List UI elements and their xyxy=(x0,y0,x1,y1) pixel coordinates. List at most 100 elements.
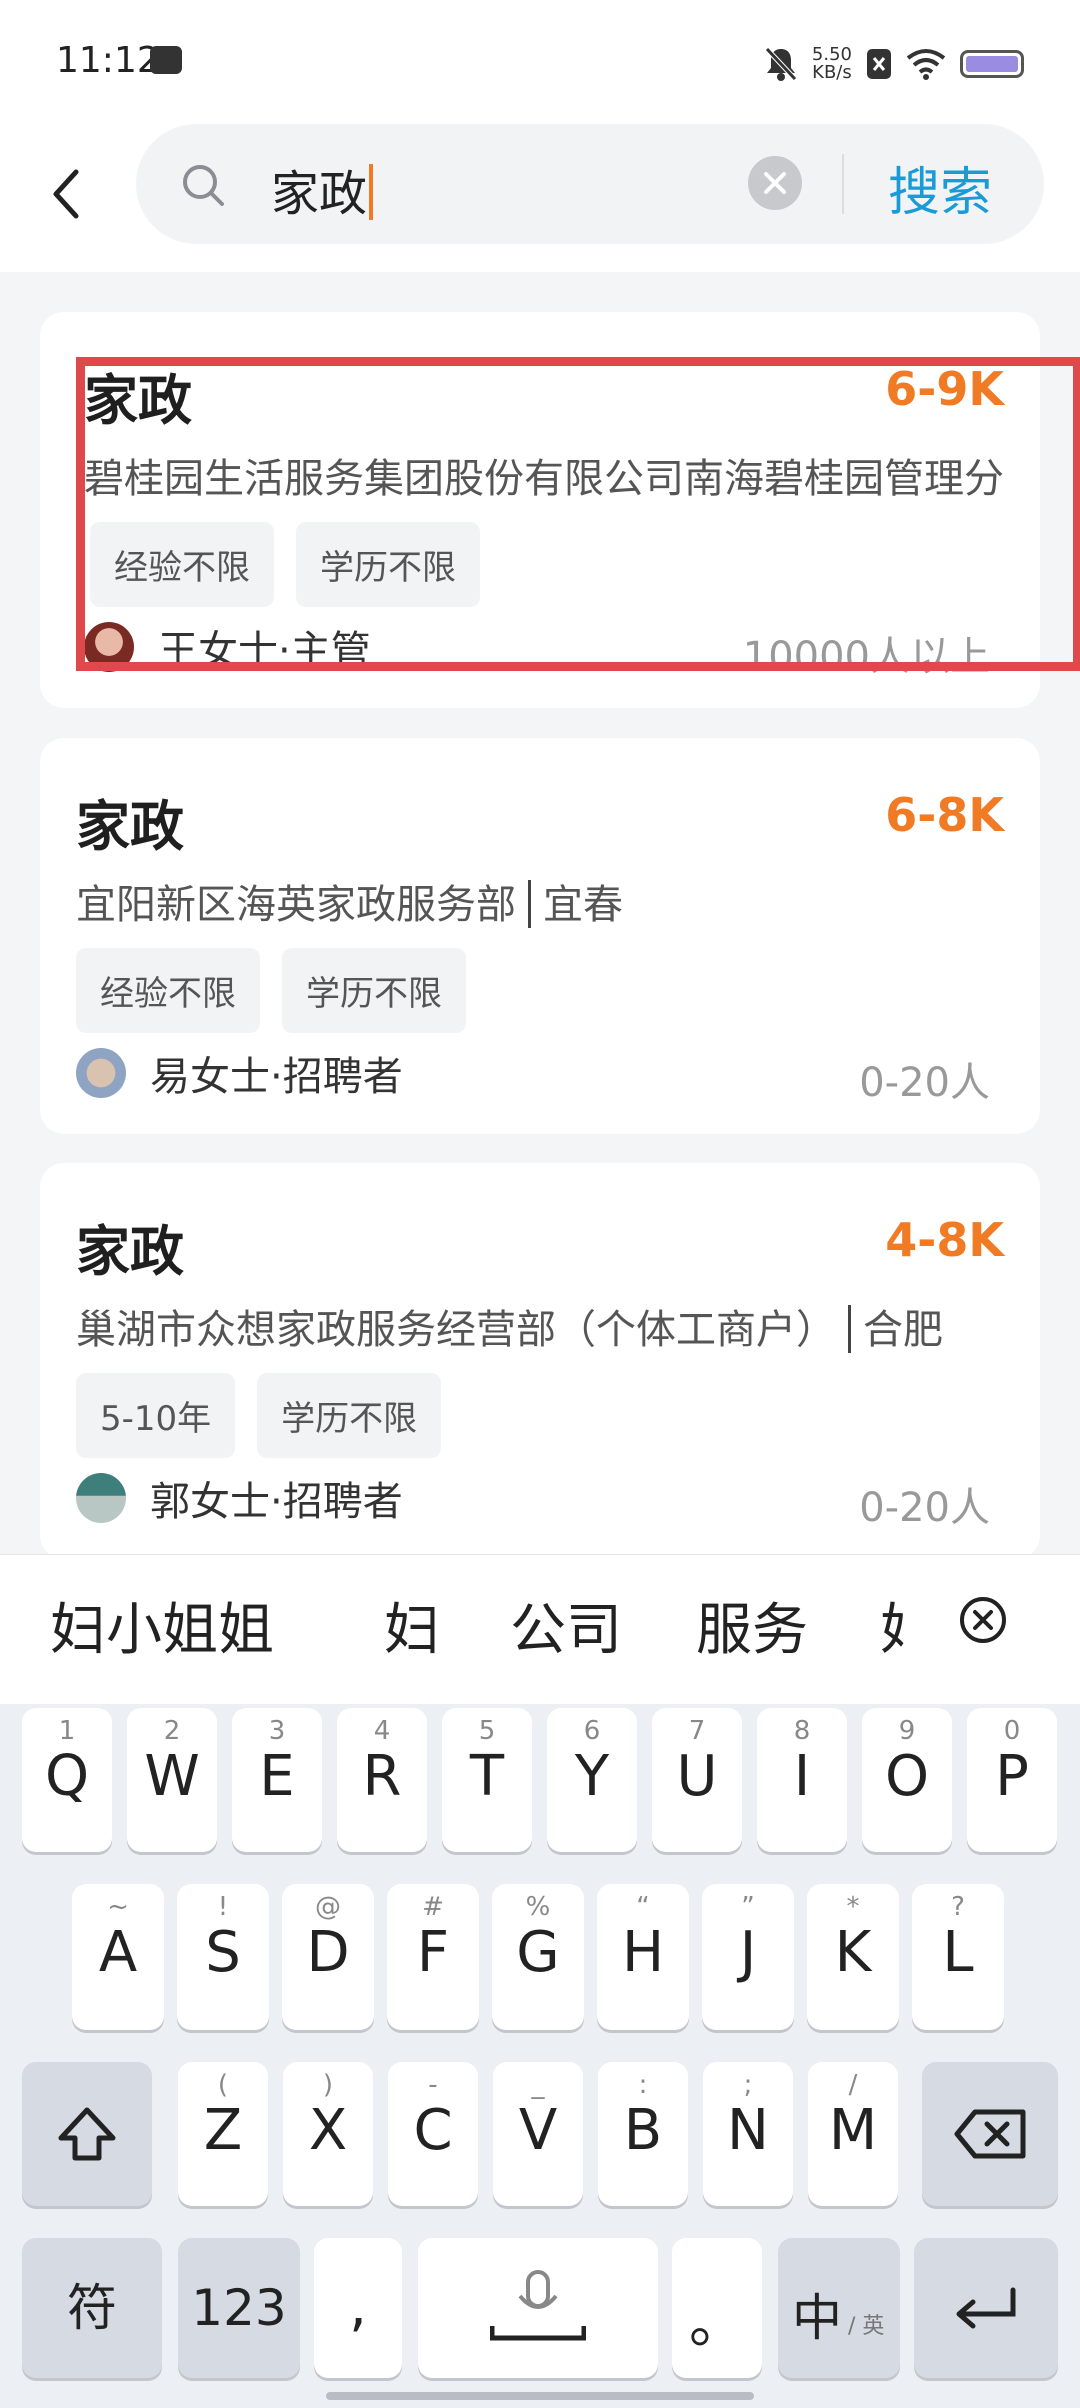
key-hint: : xyxy=(638,2070,648,2100)
key-hint: * xyxy=(846,1892,860,1922)
symbols-key-label: 符 xyxy=(67,2279,117,2337)
key-j[interactable]: ” J xyxy=(702,1884,794,2030)
job-card[interactable]: 家政 6-8K 宜阳新区海英家政服务部 宜春 经验不限 学历不限 易女士·招聘者 … xyxy=(40,738,1040,1134)
avatar xyxy=(76,1048,126,1098)
backspace-key[interactable] xyxy=(922,2062,1058,2206)
key-label: F xyxy=(416,1920,450,1985)
key-hint: _ xyxy=(531,2070,545,2100)
enter-key[interactable] xyxy=(914,2238,1058,2378)
key-label: Q xyxy=(44,1744,90,1809)
key-s[interactable]: ! S xyxy=(177,1884,269,2030)
key-d[interactable]: @ D xyxy=(282,1884,374,2030)
key-hint: 3 xyxy=(268,1716,286,1746)
status-time: 11:12 xyxy=(56,40,160,81)
job-card[interactable]: 家政 6-9K 碧桂园生活服务集团股份有限公司南海碧桂园管理分 经验不限 学历不… xyxy=(40,312,1040,708)
key-q[interactable]: 1Q xyxy=(22,1708,112,1852)
key-label: T xyxy=(469,1744,505,1809)
no-sim-icon xyxy=(867,49,891,79)
key-k[interactable]: * K xyxy=(807,1884,899,2030)
job-tag: 学历不限 xyxy=(296,522,480,607)
mute-bell-icon xyxy=(765,47,797,81)
key-label: Y xyxy=(574,1744,610,1809)
recruiter-name: 易女士·招聘者 xyxy=(150,1054,403,1100)
key-hint: 6 xyxy=(583,1716,601,1746)
key-label: L xyxy=(942,1920,974,1985)
job-card[interactable]: 家政 4-8K 巢湖市众想家政服务经营部（个体工商户） 合肥 5-10年 学历不限… xyxy=(40,1163,1040,1559)
chevron-left-icon xyxy=(53,169,79,219)
key-t[interactable]: 5T xyxy=(442,1708,532,1852)
company-size: 0-20人 xyxy=(859,1485,990,1531)
key-g[interactable]: % G xyxy=(492,1884,584,2030)
ime-candidate-bar: 妇小姐姐 妇 公司 服务 妇 xyxy=(0,1554,1080,1705)
company-name: 宜阳新区海英家政服务部 xyxy=(76,882,516,928)
microphone-icon xyxy=(489,2270,587,2341)
symbols-key[interactable]: 符 xyxy=(22,2238,162,2378)
ime-candidate[interactable]: 妇 xyxy=(384,1585,440,1666)
key-m[interactable]: / M xyxy=(808,2062,898,2206)
shift-key[interactable] xyxy=(22,2062,152,2206)
key-v[interactable]: _ V xyxy=(493,2062,583,2206)
job-tags: 5-10年 学历不限 xyxy=(76,1373,442,1458)
company-size: 10000人以上 xyxy=(742,634,990,680)
key-hint: ; xyxy=(743,2070,753,2100)
key-hint: ! xyxy=(217,1892,229,1922)
key-label: E xyxy=(259,1744,295,1809)
key-c[interactable]: -C xyxy=(388,2062,478,2206)
job-title: 家政 xyxy=(84,369,192,432)
key-w[interactable]: 2W xyxy=(127,1708,217,1852)
home-indicator[interactable] xyxy=(326,2392,754,2400)
key-l[interactable]: ? L xyxy=(912,1884,1004,2030)
search-button[interactable]: 搜索 xyxy=(888,150,992,225)
language-switch-key[interactable]: 中 / 英 xyxy=(778,2238,900,2378)
recruiter-name: 郭女士·招聘者 xyxy=(150,1479,403,1525)
key-f[interactable]: # F xyxy=(387,1884,479,2030)
collapse-candidates-icon[interactable] xyxy=(958,1595,1008,1645)
job-tag: 经验不限 xyxy=(90,522,274,607)
close-icon xyxy=(764,172,786,194)
ime-candidate[interactable]: 公司 xyxy=(510,1585,622,1666)
key-z[interactable]: (Z xyxy=(178,2062,268,2206)
key-b[interactable]: :B xyxy=(598,2062,688,2206)
status-icons: 5.50 KB/s xyxy=(764,40,1024,88)
comma-key[interactable]: , xyxy=(314,2238,402,2378)
language-main-label: 中 xyxy=(792,2289,842,2347)
key-i[interactable]: 8I xyxy=(757,1708,847,1852)
divider xyxy=(842,154,844,214)
ime-candidate[interactable]: 妇小姐姐 xyxy=(50,1585,274,1666)
key-y[interactable]: 6Y xyxy=(547,1708,637,1852)
language-sub-label: / 英 xyxy=(848,2314,885,2339)
key-label: M xyxy=(828,2098,878,2163)
key-o[interactable]: 9O xyxy=(862,1708,952,1852)
search-icon xyxy=(183,165,224,206)
key-n[interactable]: ; N xyxy=(703,2062,793,2206)
ime-candidate[interactable]: 妇 xyxy=(880,1585,904,1666)
job-tag: 学历不限 xyxy=(257,1373,442,1458)
search-input[interactable]: 家政 搜索 xyxy=(136,124,1044,244)
key-p[interactable]: 0P xyxy=(967,1708,1057,1852)
key-hint: 8 xyxy=(793,1716,811,1746)
key-label: U xyxy=(676,1744,718,1809)
space-key[interactable] xyxy=(418,2238,658,2378)
job-city: 宜春 xyxy=(543,882,623,928)
key-hint: 9 xyxy=(898,1716,916,1746)
period-key[interactable]: 。 xyxy=(672,2238,762,2378)
key-a[interactable]: ~ A xyxy=(72,1884,164,2030)
battery-icon xyxy=(960,50,1024,78)
backspace-icon xyxy=(954,2109,1026,2159)
back-button[interactable] xyxy=(40,154,90,234)
clear-search-button[interactable] xyxy=(748,156,802,210)
ime-candidate[interactable]: 服务 xyxy=(696,1585,808,1666)
key-e[interactable]: 3E xyxy=(232,1708,322,1852)
key-u[interactable]: 7U xyxy=(652,1708,742,1852)
key-r[interactable]: 4R xyxy=(337,1708,427,1852)
status-bar: 11:12 5.50 KB/s xyxy=(0,0,1080,120)
numbers-key[interactable]: 123 xyxy=(178,2238,300,2378)
key-hint: “ xyxy=(636,1892,650,1922)
key-h[interactable]: “H xyxy=(597,1884,689,2030)
key-hint: 1 xyxy=(58,1716,76,1746)
key-x[interactable]: ) X xyxy=(283,2062,373,2206)
avatar xyxy=(76,1473,126,1523)
job-salary: 6-9K xyxy=(885,362,1004,416)
key-hint: % xyxy=(525,1892,551,1922)
search-header: 家政 搜索 xyxy=(0,120,1080,272)
